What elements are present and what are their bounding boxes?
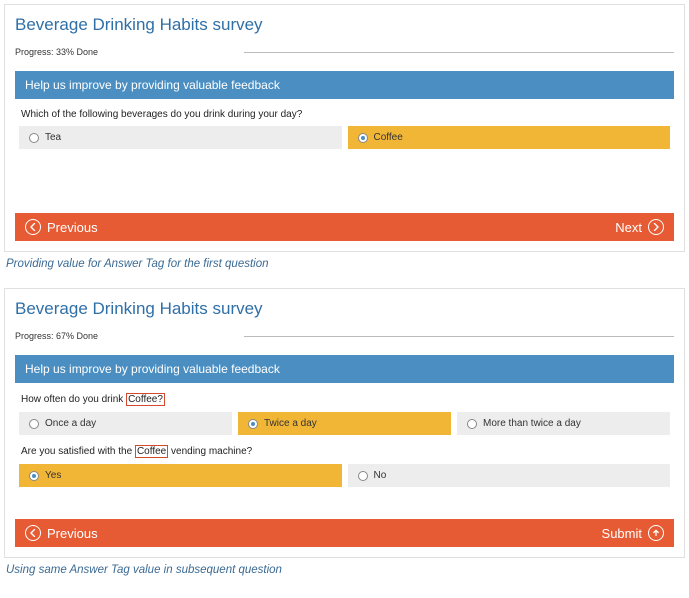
option-label: No	[374, 470, 387, 481]
question-block: Are you satisfied with the Coffee vendin…	[15, 445, 674, 487]
question-suffix: vending machine?	[168, 446, 252, 457]
options-row: Tea Coffee	[19, 126, 670, 149]
progress-text: Progress: 33% Done	[15, 47, 98, 57]
section-header: Help us improve by providing valuable fe…	[15, 71, 674, 99]
nav-bar: Previous Submit	[15, 519, 674, 547]
option-twice-a-day[interactable]: Twice a day	[238, 412, 451, 435]
spacer	[15, 159, 674, 205]
radio-icon	[29, 471, 39, 481]
progress-bar	[244, 336, 674, 337]
radio-icon	[358, 133, 368, 143]
question-prefix: How often do you drink	[21, 394, 126, 405]
option-once-a-day[interactable]: Once a day	[19, 412, 232, 435]
progress-text: Progress: 67% Done	[15, 331, 98, 341]
radio-icon	[467, 419, 477, 429]
previous-button[interactable]: Previous	[25, 219, 98, 235]
question-prefix: Are you satisfied with the	[21, 446, 135, 457]
chevron-left-icon	[25, 219, 41, 235]
option-no[interactable]: No	[348, 464, 671, 487]
survey-title: Beverage Drinking Habits survey	[15, 15, 674, 35]
progress-row: Progress: 67% Done	[15, 331, 674, 341]
answer-tag-highlight: Coffee?	[126, 393, 165, 406]
submit-label: Submit	[602, 526, 642, 541]
arrow-up-icon	[648, 525, 664, 541]
chevron-left-icon	[25, 525, 41, 541]
options-row: Once a day Twice a day More than twice a…	[19, 412, 670, 435]
previous-label: Previous	[47, 220, 98, 235]
option-tea[interactable]: Tea	[19, 126, 342, 149]
question-block: Which of the following beverages do you …	[15, 109, 674, 149]
next-label: Next	[615, 220, 642, 235]
question-text: Which of the following beverages do you …	[21, 109, 674, 120]
previous-button[interactable]: Previous	[25, 525, 98, 541]
option-label: Once a day	[45, 418, 96, 429]
radio-icon	[29, 133, 39, 143]
radio-icon	[29, 419, 39, 429]
option-label: Twice a day	[264, 418, 317, 429]
option-label: Coffee	[374, 132, 403, 143]
nav-bar: Previous Next	[15, 213, 674, 241]
question-block: How often do you drink Coffee? Once a da…	[15, 393, 674, 435]
survey-panel-2: Beverage Drinking Habits survey Progress…	[4, 288, 685, 558]
survey-title: Beverage Drinking Habits survey	[15, 299, 674, 319]
question-text: How often do you drink Coffee?	[21, 393, 674, 406]
caption-1: Providing value for Answer Tag for the f…	[6, 258, 685, 270]
option-label: Tea	[45, 132, 61, 143]
previous-label: Previous	[47, 526, 98, 541]
radio-icon	[358, 471, 368, 481]
answer-tag-highlight: Coffee	[135, 445, 168, 458]
next-button[interactable]: Next	[615, 219, 664, 235]
option-coffee[interactable]: Coffee	[348, 126, 671, 149]
option-yes[interactable]: Yes	[19, 464, 342, 487]
radio-icon	[248, 419, 258, 429]
option-label: Yes	[45, 470, 61, 481]
option-more-than-twice[interactable]: More than twice a day	[457, 412, 670, 435]
option-label: More than twice a day	[483, 418, 581, 429]
survey-panel-1: Beverage Drinking Habits survey Progress…	[4, 4, 685, 252]
question-text: Are you satisfied with the Coffee vendin…	[21, 445, 674, 458]
section-header: Help us improve by providing valuable fe…	[15, 355, 674, 383]
progress-bar	[244, 52, 674, 53]
progress-row: Progress: 33% Done	[15, 47, 674, 57]
chevron-right-icon	[648, 219, 664, 235]
options-row: Yes No	[19, 464, 670, 487]
submit-button[interactable]: Submit	[602, 525, 664, 541]
caption-2: Using same Answer Tag value in subsequen…	[6, 564, 685, 576]
spacer	[15, 497, 674, 511]
